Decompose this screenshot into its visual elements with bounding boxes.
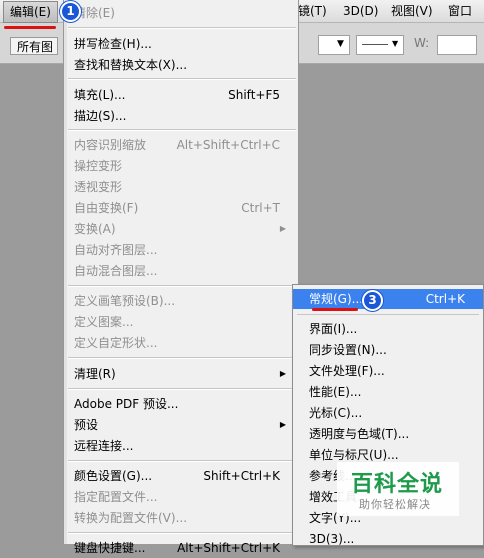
menu-separator [68,27,296,29]
step-3-badge: 3 [362,290,383,311]
menu-separator [68,532,296,534]
menu-item-assign-profile[interactable]: 指定配置文件... [74,487,288,507]
menu-item-label: 颜色设置(G)... [74,469,153,483]
menu-item-auto-blend-layers[interactable]: 自动混合图层... [74,261,288,281]
menu-item-define-pattern[interactable]: 定义图案... [74,312,288,332]
menu-gutter [64,0,67,544]
menu-separator [68,285,296,287]
menu-edit[interactable]: 编辑(E) [3,1,58,23]
submenu-item-sync-settings[interactable]: 同步设置(N)... [309,340,477,360]
menu-item-label: 自动对齐图层... [74,243,158,257]
chevron-down-icon[interactable]: ▼ [333,35,348,53]
menu-item-label: 定义图案... [74,315,134,329]
menu-item-label: 自动混合图层... [74,264,158,278]
menu-item-free-transform[interactable]: 自由变换(F) Ctrl+T [74,198,288,218]
submenu-item-general[interactable]: 常规(G)... Ctrl+K [309,289,477,309]
menu-item-fill[interactable]: 填充(L)... Shift+F5 [74,85,288,105]
menu-item-content-aware-scale[interactable]: 内容识别缩放 Alt+Shift+Ctrl+C [74,135,288,155]
menu-item-label: 清理(R) [74,367,116,381]
chevron-down-icon[interactable]: ▼ [392,35,402,53]
submenu-item-performance[interactable]: 性能(E)... [309,382,477,402]
menu-item-label: 拼写检查(H)... [74,37,152,51]
menu-item-label: 远程连接... [74,439,134,453]
menu-item-define-brush[interactable]: 定义画笔预设(B)... [74,291,288,311]
watermark-title: 百科全说 [351,472,444,497]
menu-item-shortcut: Alt+Shift+Ctrl+K [177,541,280,555]
menu-item-label: 指定配置文件... [74,490,158,504]
menu-item-label: 填充(L)... [74,88,126,102]
submenu-item-cursors[interactable]: 光标(C)... [309,403,477,423]
menu-item-remote-connections[interactable]: 远程连接... [74,436,288,456]
menu-separator [68,388,296,390]
menu-item-shortcut: Ctrl+T [241,201,280,215]
menu-item-purge[interactable]: 清理(R) ▶ [74,364,288,384]
menu-separator [68,460,296,462]
step-1-badge: 1 [60,1,81,22]
edit-underline-marker [4,26,56,29]
menu-item-convert-profile[interactable]: 转换为配置文件(V)... [74,508,288,528]
watermark-subtitle: 助你轻松解决 [359,498,431,511]
submenu-item-interface[interactable]: 界面(I)... [309,319,477,339]
watermark: 百科全说 助你轻松解决 [337,462,459,516]
submenu-item-transparency[interactable]: 透明度与色域(T)... [309,424,477,444]
width-label: W: [414,36,430,50]
menu-item-label: 透视变形 [74,180,123,194]
menu-item-label: 键盘快捷键... [74,541,146,555]
menu-view[interactable]: 视图(V) [391,3,433,19]
menu-item-stroke[interactable]: 描边(S)... [74,106,288,126]
menu-item-color-settings[interactable]: 颜色设置(G)... Shift+Ctrl+K [74,466,288,486]
menu-item-label: 查找和替换文本(X)... [74,58,188,72]
menu-item-keyboard-shortcuts[interactable]: 键盘快捷键... Alt+Shift+Ctrl+K [74,538,288,558]
menu-item-shortcut: Shift+F5 [228,88,280,102]
menu-item-clear[interactable]: 清除(E) [74,3,288,23]
menu-item-transform[interactable]: 变换(A) ▶ [74,219,288,239]
menu-item-define-shape[interactable]: 定义自定形状... [74,333,288,353]
menu-item-label: 自由变换(F) [74,201,139,215]
menu-item-label: 预设 [74,418,99,432]
menu-item-label: 定义自定形状... [74,336,158,350]
menu-item-presets[interactable]: 预设 ▶ [74,415,288,435]
menu-item-puppet-warp[interactable]: 操控变形 [74,156,288,176]
menu-item-label: 内容识别缩放 [74,138,147,152]
menu-separator [297,314,479,315]
menu-item-perspective-warp[interactable]: 透视变形 [74,177,288,197]
submenu-arrow-icon: ▶ [279,369,286,378]
menu-separator [68,357,296,359]
edit-menu: 清除(E) 拼写检查(H)... 查找和替换文本(X)... 填充(L)... S… [63,0,299,555]
menu-item-shortcut: Alt+Shift+Ctrl+C [176,138,280,152]
menu-item-spell-check[interactable]: 拼写检查(H)... [74,34,288,54]
menu-item-find-replace[interactable]: 查找和替换文本(X)... [74,55,288,75]
menu-item-label: 定义画笔预设(B)... [74,294,176,308]
submenu-item-label: 常规(G)... [309,292,364,306]
menu-item-label: 变换(A) [74,222,116,236]
menu-item-pdf-presets[interactable]: Adobe PDF 预设... [74,394,288,414]
menu-item-shortcut: Shift+Ctrl+K [203,469,280,483]
line-style-icon [362,44,388,45]
menu-separator [68,129,296,131]
menu-item-auto-align-layers[interactable]: 自动对齐图层... [74,240,288,260]
submenu-item-shortcut: Ctrl+K [425,292,465,306]
menu-filter[interactable]: 镜(T) [298,3,327,19]
general-underline-marker [312,308,358,311]
layer-select[interactable]: 所有图 [10,37,58,55]
width-field[interactable] [437,35,477,55]
menu-3d[interactable]: 3D(D) [343,3,378,19]
menu-item-label: 描边(S)... [74,109,127,123]
submenu-arrow-icon: ▶ [279,224,286,233]
menu-item-label: 操控变形 [74,159,123,173]
menu-window[interactable]: 窗口 [448,3,472,19]
menu-separator [68,78,296,80]
submenu-item-3d[interactable]: 3D(3)... [309,529,477,549]
menu-item-label: Adobe PDF 预设... [74,397,179,411]
submenu-arrow-icon: ▶ [279,420,286,429]
menu-item-label: 转换为配置文件(V)... [74,511,188,525]
submenu-item-file-handling[interactable]: 文件处理(F)... [309,361,477,381]
